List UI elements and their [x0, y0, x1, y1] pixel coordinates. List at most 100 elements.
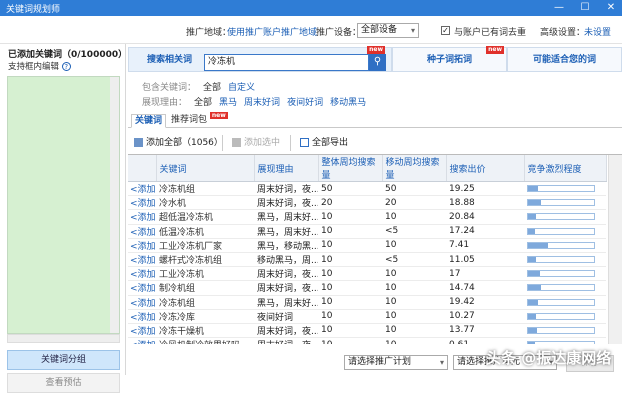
keyword-group-button[interactable]: 关键词分组 — [7, 350, 120, 370]
mobile-volume-cell: 10 — [382, 266, 446, 282]
competition-bar-fill — [528, 186, 538, 192]
include-all-option[interactable]: 全部 — [203, 83, 221, 93]
keyword-cell: 冷冻机组 — [156, 295, 254, 310]
table-row[interactable]: <添加 低温冷冻机 黑马，周末好... 10 <5 17.24 — [128, 224, 606, 239]
horizontal-scrollbar[interactable] — [7, 334, 120, 343]
competition-bar — [527, 326, 595, 334]
include-filter-label: 包含关键词： — [142, 83, 197, 93]
table-row[interactable]: <添加 工业冷冻机 周末好词，夜... 10 10 17 — [128, 266, 606, 282]
competition-bar-fill — [528, 313, 536, 319]
add-link[interactable]: <添加 — [128, 295, 156, 310]
tab-label: 搜索相关词 — [147, 55, 193, 65]
column-header[interactable]: 整体周均搜索量 — [318, 155, 383, 182]
subtab-keywords[interactable]: 关键词 — [131, 114, 167, 128]
column-header[interactable]: 关键词 — [156, 155, 255, 182]
search-input[interactable]: 冷冻机 — [204, 54, 369, 71]
total-volume-cell: 10 — [318, 295, 382, 310]
table-row[interactable]: <添加 制冷机组 周末好词，夜... 10 10 14.74 — [128, 280, 606, 296]
search-icon: ⚲ — [373, 56, 382, 67]
tab-suggested-words[interactable]: 可能适合您的词 — [507, 47, 622, 72]
add-link[interactable]: <添加 — [128, 337, 156, 344]
competition-bar-fill — [528, 228, 535, 234]
competition-bar-fill — [528, 200, 542, 206]
dedupe-checkbox[interactable]: ✓ — [441, 26, 450, 35]
reason-all-option[interactable]: 全部 — [194, 98, 212, 108]
mobile-volume-cell: 10 — [382, 280, 446, 296]
competition-cell — [524, 252, 606, 268]
add-link[interactable]: <添加 — [128, 195, 156, 211]
add-selected-button[interactable]: 添加选中 — [232, 136, 280, 150]
add-link[interactable]: <添加 — [128, 280, 156, 296]
chevron-down-icon: ▾ — [439, 358, 444, 367]
reason-cell: 周末好词，夜... — [254, 181, 318, 197]
table-row[interactable]: <添加 冷冻冷库 夜间好词 10 10 10.27 — [128, 309, 606, 324]
add-link[interactable]: <添加 — [128, 209, 156, 225]
competition-cell — [524, 323, 606, 339]
maximize-icon[interactable]: ☐ — [574, 0, 596, 16]
table-row[interactable]: <添加 螺杆式冷冻机组 移动黑马，周... 10 <5 11.05 — [128, 252, 606, 268]
advanced-link[interactable]: 未设置 — [584, 25, 611, 38]
reason-option[interactable]: 黑马 — [219, 98, 237, 108]
add-link[interactable]: <添加 — [128, 309, 156, 324]
column-header[interactable]: 搜索出价 — [446, 155, 525, 182]
region-link[interactable]: 使用推广账户推广地域 — [227, 25, 317, 38]
reason-option[interactable]: 周末好词 — [244, 98, 280, 108]
reason-cell: 周末好词，夜... — [254, 280, 318, 296]
mobile-volume-cell: 10 — [382, 209, 446, 225]
column-header[interactable]: 竞争激烈程度 — [524, 155, 607, 182]
estimate-button[interactable]: 查看预估 — [7, 373, 120, 393]
add-link[interactable]: <添加 — [128, 266, 156, 282]
column-header[interactable]: 展现理由 — [254, 155, 319, 182]
keyword-cell: 工业冷冻机 — [156, 266, 254, 282]
table-row[interactable]: <添加 冷冻机组 黑马，周末好... 10 10 19.42 — [128, 295, 606, 310]
mobile-volume-cell: 10 — [382, 238, 446, 253]
total-volume-cell: 50 — [318, 181, 382, 197]
export-icon — [300, 138, 309, 147]
competition-bar-fill — [528, 285, 542, 291]
competition-bar — [527, 256, 595, 264]
total-volume-cell: 10 — [318, 252, 382, 268]
vertical-scrollbar[interactable] — [110, 77, 119, 333]
bid-cell: 10.27 — [446, 309, 524, 324]
total-volume-cell: 10 — [318, 280, 382, 296]
include-custom-option[interactable]: 自定义 — [228, 83, 255, 93]
device-select[interactable]: 全部设备 ▾ — [357, 23, 419, 38]
add-link[interactable]: <添加 — [128, 238, 156, 253]
add-all-button[interactable]: 添加全部（1056） — [134, 136, 223, 150]
keyword-cell: 超低温冷冻机 — [156, 209, 254, 225]
competition-bar — [527, 241, 595, 249]
minimize-icon[interactable]: — — [548, 0, 570, 16]
tab-seed-words[interactable]: 种子词拓词 new — [392, 46, 507, 72]
add-link[interactable]: <添加 — [128, 224, 156, 239]
bid-cell: 14.74 — [446, 280, 524, 296]
bid-cell: 18.88 — [446, 195, 524, 211]
competition-cell — [524, 337, 606, 344]
table-row[interactable]: <添加 超低温冷冻机 黑马，周末好... 10 10 20.84 — [128, 209, 606, 225]
keyword-cell: 制冷机组 — [156, 280, 254, 296]
add-link[interactable]: <添加 — [128, 252, 156, 268]
subtab-packages[interactable]: 推荐词包 new — [168, 112, 231, 128]
table-row[interactable]: <添加冷风机制冷效果好吗周末好词，夜...10100.61 — [128, 337, 606, 344]
close-icon[interactable]: ✕ — [600, 0, 622, 16]
reason-option[interactable]: 夜间好词 — [287, 98, 323, 108]
table-scrollbar[interactable] — [608, 155, 622, 344]
table-row[interactable]: <添加 冷冻机组 周末好词，夜... 50 50 19.25 — [128, 181, 606, 197]
column-header[interactable]: 移动周均搜索量 — [382, 155, 447, 182]
tab-label: 可能适合您的词 — [532, 55, 596, 65]
add-link[interactable]: <添加 — [128, 323, 156, 339]
export-all-button[interactable]: 全部导出 — [300, 136, 348, 150]
table-row[interactable]: <添加 工业冷冻机厂家 黑马，移动黑... 10 10 7.41 — [128, 238, 606, 253]
edit-hint: 支持框内编辑 — [8, 62, 60, 72]
added-keywords-editor[interactable] — [7, 76, 120, 334]
total-volume-cell: 10 — [318, 323, 382, 339]
competition-bar-fill — [528, 214, 536, 220]
help-icon[interactable]: ? — [61, 62, 71, 71]
search-button[interactable]: ⚲ — [369, 54, 386, 71]
reason-cell: 周末好词，夜... — [254, 195, 318, 211]
reason-filter-label: 展现理由： — [142, 98, 188, 108]
plan-select[interactable]: 请选择推广计划 ▾ — [344, 355, 448, 370]
table-row[interactable]: <添加 冷冻干燥机 周末好词，夜... 10 10 13.77 — [128, 323, 606, 339]
reason-option[interactable]: 移动黑马 — [330, 98, 366, 108]
add-link[interactable]: <添加 — [128, 181, 156, 197]
table-row[interactable]: <添加 冷水机 周末好词，夜... 20 20 18.88 — [128, 195, 606, 211]
